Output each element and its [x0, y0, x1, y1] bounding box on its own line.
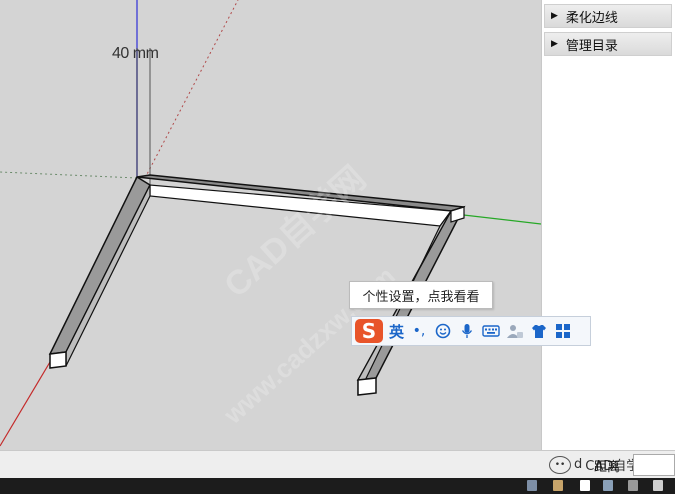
- taskbar-app-icon[interactable]: [628, 480, 638, 491]
- green-axis-dotted: [0, 171, 138, 179]
- ime-toolbar: S 英 •,: [351, 316, 591, 346]
- left-leg-side[interactable]: [48, 175, 151, 355]
- taskbar-app-icon[interactable]: [653, 480, 663, 491]
- windows-taskbar: [0, 478, 675, 494]
- measurements-input[interactable]: [633, 454, 675, 476]
- sketchup-viewport[interactable]: 40 mm CAD自学网 www.cadzxw.com: [0, 0, 541, 450]
- tray-item-manage-catalog[interactable]: ▶ 管理目录: [544, 32, 672, 56]
- status-bar: •• d CAD自学网 距离: [0, 450, 675, 479]
- ime-language-toggle[interactable]: 英: [389, 321, 404, 342]
- wechat-icon: ••: [549, 455, 571, 474]
- dimension-label: 40 mm: [112, 45, 159, 62]
- smiley-icon[interactable]: [434, 322, 452, 340]
- default-tray-panel: ▶ 柔化边线 ▶ 管理目录: [541, 0, 675, 450]
- tray-item-label: 柔化边线: [565, 10, 618, 26]
- tray-item-soften-edges[interactable]: ▶ 柔化边线: [544, 4, 672, 28]
- taskbar-app-icon[interactable]: [527, 480, 537, 491]
- left-leg-end[interactable]: [49, 351, 67, 369]
- red-axis: [0, 361, 51, 447]
- taskbar-app-icon[interactable]: [580, 480, 590, 491]
- taskbar-app-icon[interactable]: [603, 480, 613, 491]
- expand-triangle-icon: ▶: [551, 39, 558, 49]
- punctuation-toggle[interactable]: •,: [410, 322, 428, 340]
- wechat-prefix: d: [574, 457, 583, 472]
- microphone-icon[interactable]: [458, 322, 476, 340]
- expand-triangle-icon: ▶: [551, 11, 558, 21]
- left-leg-front[interactable]: [65, 184, 151, 367]
- taskbar-app-icon[interactable]: [553, 480, 563, 491]
- green-axis: [454, 213, 541, 225]
- user-icon[interactable]: [506, 322, 524, 340]
- red-axis-dotted: [144, 0, 239, 179]
- grid-icon[interactable]: [554, 322, 572, 340]
- shirt-icon[interactable]: [530, 322, 548, 340]
- sogou-logo-icon[interactable]: S: [355, 319, 383, 343]
- tray-item-label: 管理目录: [565, 38, 618, 54]
- ime-tooltip[interactable]: 个性设置，点我看看: [349, 281, 493, 309]
- keyboard-icon[interactable]: [482, 322, 500, 340]
- right-leg-end[interactable]: [357, 377, 377, 396]
- measurements-label: 距离: [594, 460, 621, 475]
